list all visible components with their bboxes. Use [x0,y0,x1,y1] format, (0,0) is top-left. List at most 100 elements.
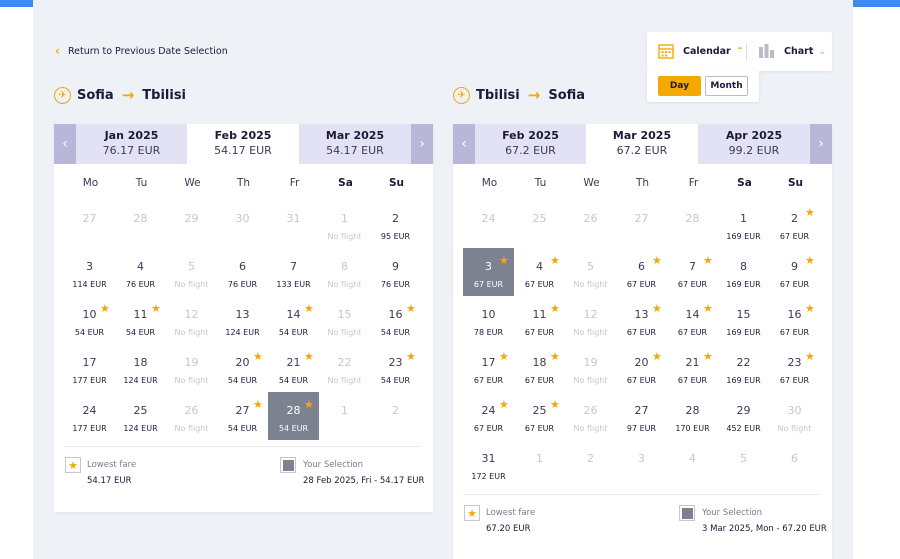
month-tab[interactable]: Jan 2025 76.17 EUR [76,124,187,164]
outbound-from: Sofia [77,87,114,103]
calendar-day-cell[interactable]: 1 No flight [319,200,370,248]
month-tab[interactable]: Mar 2025 67.2 EUR [586,124,698,164]
month-button[interactable]: Month [705,76,748,96]
day-price: 76 EUR [380,280,411,289]
month-tab-label: Jan 2025 [104,129,159,142]
calendar-day-cell[interactable]: 18 124 EUR [115,344,166,392]
calendar-day-cell[interactable]: 8 169 EUR [718,248,769,296]
calendar-day-cell[interactable]: 23 54 EUR ★ [370,344,421,392]
calendar-day-cell[interactable]: 20 54 EUR ★ [217,344,268,392]
chart-view-toggle[interactable]: Chart ⌄ [758,43,826,59]
calendar-day-cell[interactable]: 6 67 EUR ★ [616,248,667,296]
calendar-day-cell[interactable]: 12 No flight [166,296,217,344]
calendar-day-cell[interactable]: 14 54 EUR ★ [268,296,319,344]
calendar-day-cell[interactable]: 16 67 EUR ★ [769,296,820,344]
lowest-fare-star-icon: ★ [304,302,314,315]
calendar-day-cell[interactable]: 4 76 EUR [115,248,166,296]
day-price: 54 EUR [278,376,309,385]
calendar-day-cell[interactable]: 11 54 EUR ★ [115,296,166,344]
calendar-day-cell[interactable]: 1 169 EUR [718,200,769,248]
selected-date-cell[interactable]: 28 54 EUR ★ [268,392,319,440]
day-price: 54 EUR [278,328,309,337]
lowest-fare-star-icon: ★ [652,350,662,363]
calendar-day-cell[interactable]: 24 67 EUR ★ [463,392,514,440]
day-number: 28 [685,212,700,225]
calendar-day-cell[interactable]: 15 169 EUR [718,296,769,344]
calendar-day-cell[interactable]: 6 76 EUR [217,248,268,296]
calendar-day-cell[interactable]: 3 114 EUR [64,248,115,296]
calendar-day-cell[interactable]: 17 67 EUR ★ [463,344,514,392]
calendar-day-cell[interactable]: 23 67 EUR ★ [769,344,820,392]
calendar-day-cell[interactable]: 24 177 EUR [64,392,115,440]
calendar-day-cell[interactable]: 8 No flight [319,248,370,296]
selected-date-cell[interactable]: 3 67 EUR ★ [463,248,514,296]
calendar-day-cell[interactable]: 20 67 EUR ★ [616,344,667,392]
calendar-day-cell[interactable]: 9 76 EUR [370,248,421,296]
prev-month-button[interactable]: ‹ [453,124,475,164]
calendar-day-cell[interactable]: 31 172 EUR [463,440,514,488]
month-tab-price: 54.17 EUR [326,144,384,157]
weekday-header: Su [388,177,405,189]
calendar-day-cell[interactable]: 10 54 EUR ★ [64,296,115,344]
calendar-day-cell[interactable]: 11 67 EUR ★ [514,296,565,344]
lowest-fare-star-icon: ★ [805,254,815,267]
calendar-day-cell[interactable]: 14 67 EUR ★ [667,296,718,344]
weekday-header: Fr [688,177,699,189]
calendar-day-cell[interactable]: 22 No flight [319,344,370,392]
no-flight-label: No flight [573,280,608,289]
calendar-day-cell[interactable]: 12 No flight [565,296,616,344]
month-tab[interactable]: Apr 2025 99.2 EUR [698,124,810,164]
calendar-day-cell[interactable]: 9 67 EUR ★ [769,248,820,296]
calendar-day-cell[interactable]: 27 97 EUR [616,392,667,440]
day-number: 31 [286,212,301,225]
calendar-day-cell[interactable]: 13 67 EUR ★ [616,296,667,344]
calendar-day-cell: 3 [616,440,667,488]
calendar-day-cell[interactable]: 5 No flight [166,248,217,296]
calendar-day-cell[interactable]: 13 124 EUR [217,296,268,344]
day-button[interactable]: Day [658,76,701,96]
prev-month-button[interactable]: ‹ [54,124,76,164]
calendar-day-cell[interactable]: 2 95 EUR [370,200,421,248]
day-price: 54 EUR [380,328,411,337]
calendar-day-cell[interactable]: 21 67 EUR ★ [667,344,718,392]
next-month-button[interactable]: › [411,124,433,164]
calendar-day-cell[interactable]: 4 67 EUR ★ [514,248,565,296]
month-tab[interactable]: Mar 2025 54.17 EUR [299,124,411,164]
return-to-date-selection-link[interactable]: ‹ Return to Previous Date Selection [55,44,228,58]
month-tab[interactable]: Feb 2025 54.17 EUR [187,124,299,164]
calendar-day-cell[interactable]: 17 177 EUR [64,344,115,392]
calendar-day-cell[interactable]: 10 78 EUR [463,296,514,344]
selection-swatch [681,507,693,519]
calendar-day-cell[interactable]: 28 170 EUR [667,392,718,440]
lowest-fare-star-icon: ★ [499,398,509,411]
calendar-day-cell[interactable]: 15 No flight [319,296,370,344]
calendar-day-cell[interactable]: 7 67 EUR ★ [667,248,718,296]
calendar-day-cell[interactable]: 7 133 EUR [268,248,319,296]
lowest-fare-star-icon: ★ [253,350,263,363]
calendar-day-cell[interactable]: 30 No flight [769,392,820,440]
calendar-day-cell[interactable]: 5 No flight [565,248,616,296]
calendar-day-cell[interactable]: 29 452 EUR [718,392,769,440]
calendar-day-cell[interactable]: 19 No flight [166,344,217,392]
month-tab-label: Feb 2025 [502,129,559,142]
calendar-day-cell: 25 [514,200,565,248]
weekday-header: Mo [82,177,99,189]
day-price: 97 EUR [626,424,657,433]
calendar-day-cell[interactable]: 25 124 EUR [115,392,166,440]
calendar-day-cell[interactable]: 22 169 EUR [718,344,769,392]
plane-icon: ✈ [54,86,71,104]
calendar-day-cell[interactable]: 25 67 EUR ★ [514,392,565,440]
calendar-day-cell[interactable]: 19 No flight [565,344,616,392]
month-tab[interactable]: Feb 2025 67.2 EUR [475,124,586,164]
calendar-view-toggle[interactable]: Calendar ⌃ [658,43,744,59]
calendar-day-cell[interactable]: 27 54 EUR ★ [217,392,268,440]
calendar-day-cell[interactable]: 26 No flight [565,392,616,440]
day-number: 26 [184,404,199,417]
calendar-day-cell[interactable]: 18 67 EUR ★ [514,344,565,392]
next-month-button[interactable]: › [810,124,832,164]
calendar-day-cell[interactable]: 2 67 EUR ★ [769,200,820,248]
calendar-day-cell[interactable]: 21 54 EUR ★ [268,344,319,392]
calendar-day-cell[interactable]: 16 54 EUR ★ [370,296,421,344]
calendar-day-cell[interactable]: 26 No flight [166,392,217,440]
weekday-header: Mo [481,177,498,189]
